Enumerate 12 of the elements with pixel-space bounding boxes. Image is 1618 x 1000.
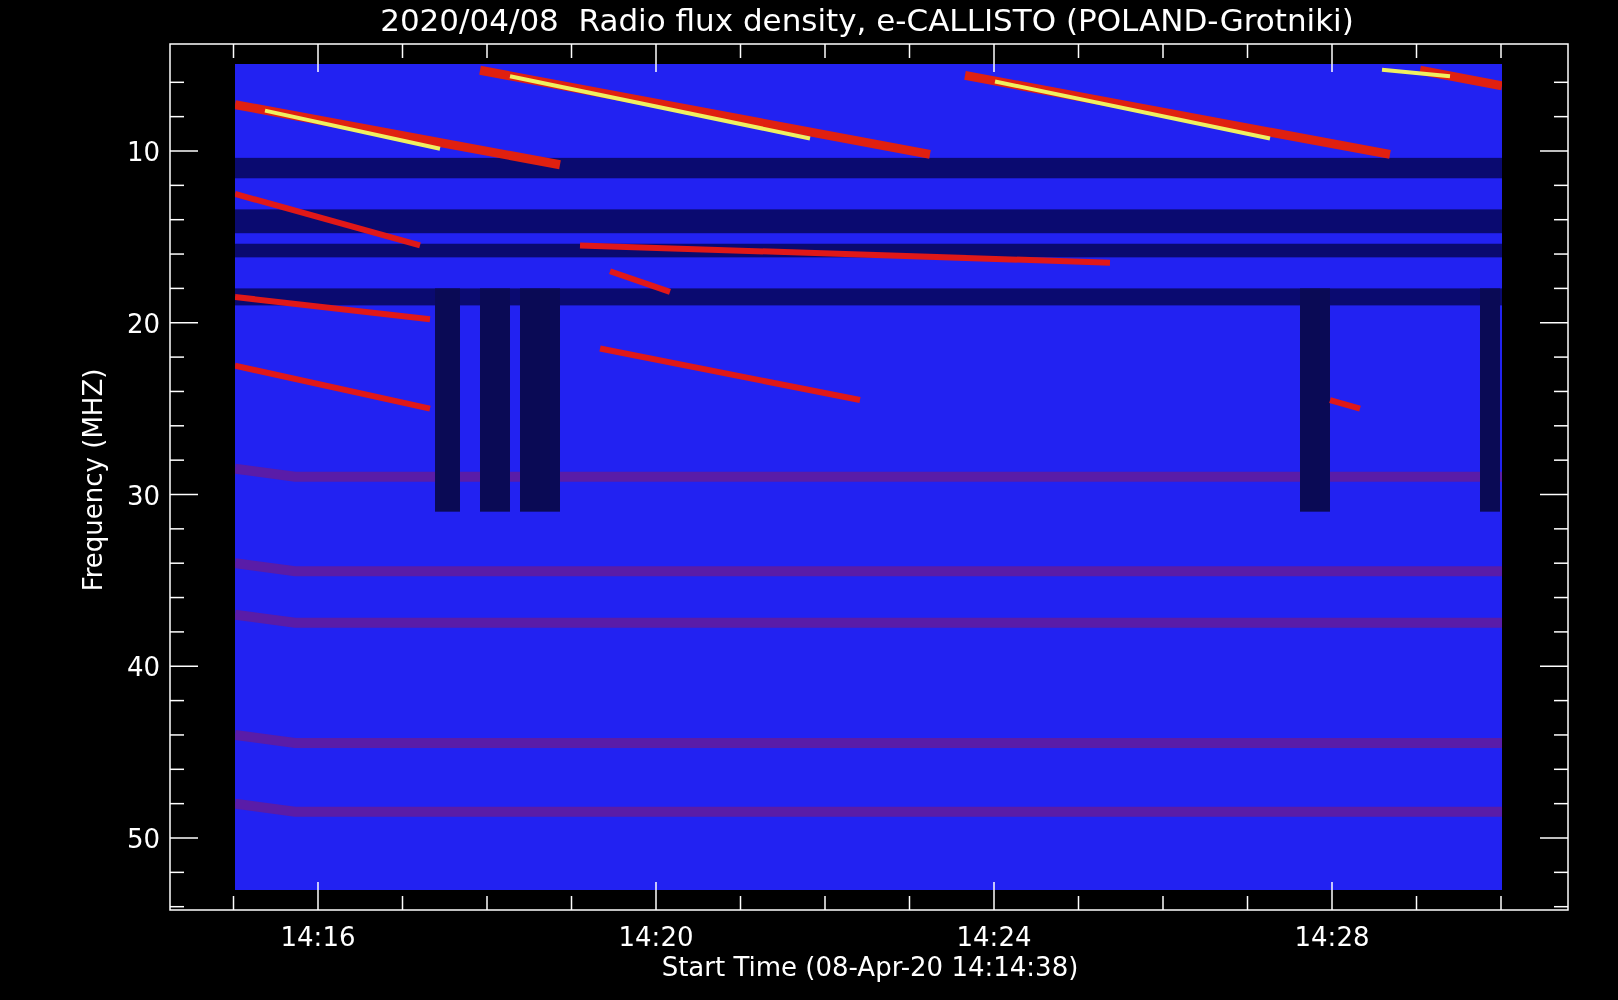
- tick-label: 14:28: [1294, 922, 1370, 952]
- tick-label: 14:24: [956, 922, 1032, 952]
- tick-label: 10: [126, 137, 160, 167]
- chart-title: 2020/04/08 Radio flux density, e-CALLISTO (POLAND-Grotniki): [380, 2, 1354, 38]
- tick-label: 30: [126, 480, 160, 511]
- tick-label: 20: [126, 308, 160, 339]
- tick-label: 40: [126, 652, 160, 683]
- axis-label: Frequency (MHZ): [78, 368, 108, 592]
- axis-label: Start Time (08-Apr-20 14:14:38): [661, 952, 1079, 982]
- tick-label: 50: [126, 824, 160, 854]
- tick-label: 14:20: [618, 922, 694, 952]
- tick-label: 14:16: [280, 922, 356, 952]
